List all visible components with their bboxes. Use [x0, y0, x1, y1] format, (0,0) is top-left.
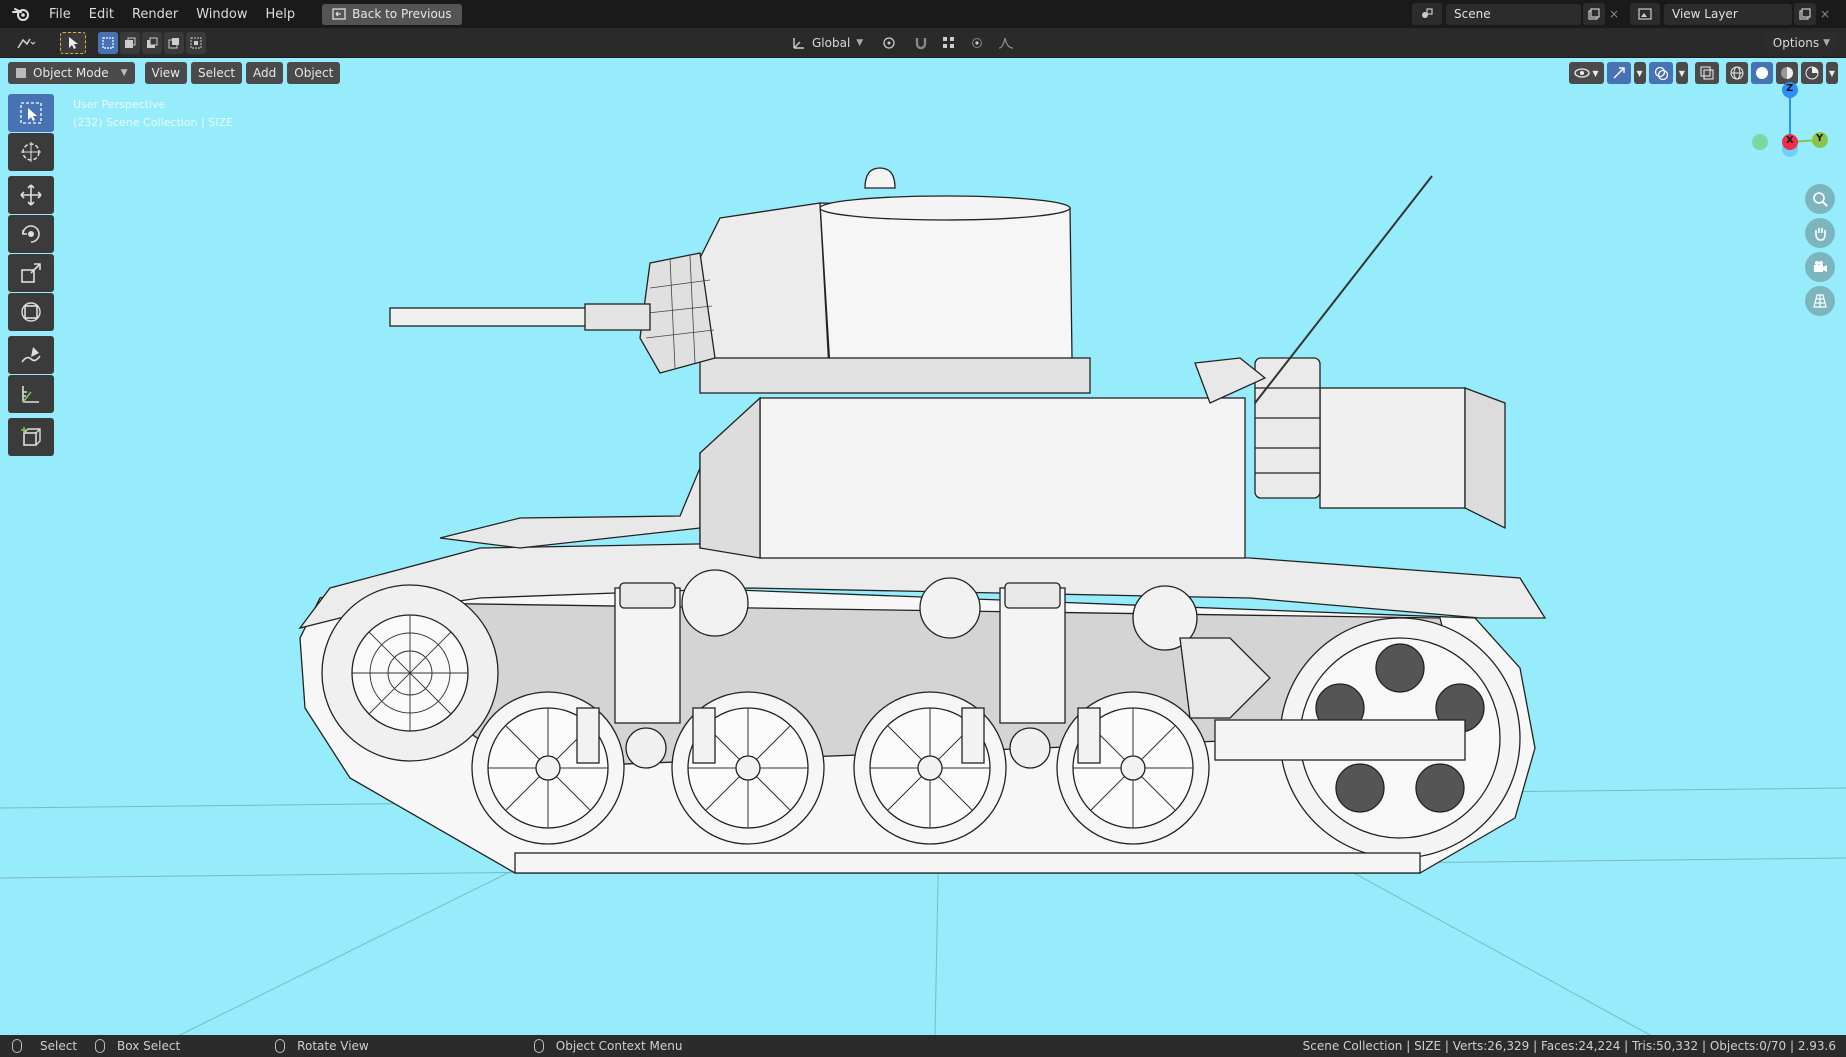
annotate-tool-icon[interactable] [8, 336, 54, 374]
mouse-drag-icon [95, 1039, 106, 1053]
status-bar: Select Box Select Rotate View Object Con… [0, 1035, 1846, 1057]
blender-logo-icon[interactable] [8, 1, 34, 27]
mouse-right-icon [533, 1039, 544, 1053]
options-dropdown[interactable]: Options ▼ [1764, 31, 1838, 54]
chevron-down-icon: ▼ [120, 68, 128, 78]
gizmo-y-label: Y [1816, 133, 1824, 144]
view-layer-name-field[interactable]: View Layer [1664, 3, 1792, 25]
back-label: Back to Previous [352, 7, 452, 21]
object-mode-label: Object Mode [33, 66, 109, 80]
camera-view-icon[interactable] [1805, 252, 1835, 282]
scene-type-icon[interactable] [1412, 3, 1442, 25]
mode-difference-icon[interactable] [164, 31, 184, 54]
back-to-previous-button[interactable]: Back to Previous [322, 3, 462, 25]
mode-intersect-icon[interactable] [186, 31, 206, 54]
menu-edit[interactable]: Edit [80, 7, 123, 22]
visibility-eye-icon[interactable]: ▼ [1569, 62, 1604, 84]
transform-orientation-dropdown[interactable]: Global ▼ [786, 32, 869, 54]
menu-help[interactable]: Help [257, 7, 305, 22]
transform-tool-icon[interactable] [8, 293, 54, 331]
left-toolbar [8, 94, 56, 457]
menu-file[interactable]: File [40, 7, 80, 22]
object-mode-icon [16, 68, 26, 78]
pan-view-hand-icon[interactable] [1805, 218, 1835, 248]
object-mode-dropdown[interactable]: Object Mode ▼ [8, 62, 135, 84]
top-menubar: File Edit Render Window Help Back to Pre… [0, 0, 1846, 28]
cursor-tool-icon[interactable] [8, 133, 54, 171]
tank-model-render [0, 167, 1846, 1035]
add-cube-tool-icon[interactable] [8, 418, 54, 456]
back-icon [332, 8, 346, 20]
scene-statistics: Scene Collection | SIZE | Verts:26,329 |… [1302, 1039, 1836, 1053]
chevron-down-icon: ▼ [1823, 37, 1830, 48]
orientation-icon [793, 37, 804, 49]
orientation-label: Global [812, 35, 851, 50]
view-perspective-label: User Perspective [73, 98, 166, 111]
view-layer-selector[interactable]: View Layer × [1630, 3, 1834, 25]
status-select-hint: Select [12, 1039, 77, 1053]
proportional-edit-icon[interactable] [967, 32, 987, 54]
viewport-header: Object Mode ▼ View Select Add Object [8, 61, 341, 85]
status-context-hint: Object Context Menu [533, 1039, 683, 1053]
mode-new-icon[interactable] [98, 31, 118, 54]
mouse-middle-icon [275, 1039, 286, 1053]
chevron-down-icon: ▼ [856, 37, 864, 48]
view-layer-icon[interactable] [1630, 3, 1660, 25]
move-tool-icon[interactable] [8, 176, 54, 214]
new-view-layer-icon[interactable] [1794, 3, 1816, 25]
overlays-dropdown-icon[interactable]: ▼ [1675, 62, 1688, 84]
status-box-select-label: Box Select [117, 1039, 181, 1053]
gizmo-x-label: X [1786, 135, 1794, 146]
falloff-curve-icon[interactable] [991, 32, 1021, 54]
remove-view-layer-icon[interactable]: × [1816, 3, 1834, 25]
pivot-point-icon[interactable] [873, 32, 907, 54]
menu-view[interactable]: View [144, 62, 187, 84]
menu-render[interactable]: Render [123, 7, 187, 22]
menu-object[interactable]: Object [287, 62, 341, 84]
measure-tool-icon[interactable] [8, 375, 54, 413]
snap-increment-icon[interactable] [935, 32, 963, 54]
scale-tool-icon[interactable] [8, 254, 54, 292]
select-tool-icon[interactable] [60, 31, 86, 54]
zoom-view-icon[interactable] [1805, 184, 1835, 214]
mouse-left-icon [12, 1039, 22, 1053]
snap-magnet-icon[interactable] [911, 32, 931, 54]
status-select-label: Select [40, 1039, 78, 1053]
editor-type-icon[interactable] [8, 32, 44, 54]
xray-toggle-icon[interactable] [1694, 62, 1719, 84]
new-scene-icon[interactable] [1583, 3, 1605, 25]
toggle-perspective-grid-icon[interactable] [1805, 286, 1835, 316]
options-label: Options [1772, 35, 1820, 50]
menu-window[interactable]: Window [187, 7, 256, 22]
rotate-tool-icon[interactable] [8, 215, 54, 253]
tool-settings-header: Global ▼ Options ▼ [0, 28, 1846, 58]
view-collection-label: (232) Scene Collection | SIZE [73, 116, 233, 129]
status-box-select-hint: Box Select [95, 1039, 180, 1053]
status-rotate-hint: Rotate View [275, 1039, 369, 1053]
remove-scene-icon[interactable]: × [1605, 3, 1623, 25]
scene-selector[interactable]: Scene × [1412, 3, 1623, 25]
status-context-label: Object Context Menu [555, 1039, 683, 1053]
select-box-tool-icon[interactable] [8, 94, 54, 132]
gizmo-dropdown-icon[interactable]: ▼ [1633, 62, 1646, 84]
overlays-toggle-icon[interactable] [1648, 62, 1673, 84]
3d-viewport[interactable]: Object Mode ▼ View Select Add Object ▼ ▼… [0, 58, 1846, 1035]
menu-add[interactable]: Add [246, 62, 284, 84]
navigation-gizmo[interactable]: Z X Y [1740, 80, 1840, 170]
scene-name-field[interactable]: Scene [1446, 3, 1581, 25]
mode-extend-icon[interactable] [120, 31, 140, 54]
gizmo-toggle-icon[interactable] [1606, 62, 1631, 84]
status-rotate-label: Rotate View [297, 1039, 369, 1053]
mode-subtract-icon[interactable] [142, 31, 162, 54]
menu-select[interactable]: Select [191, 62, 243, 84]
gizmo-z-label: Z [1786, 83, 1794, 94]
